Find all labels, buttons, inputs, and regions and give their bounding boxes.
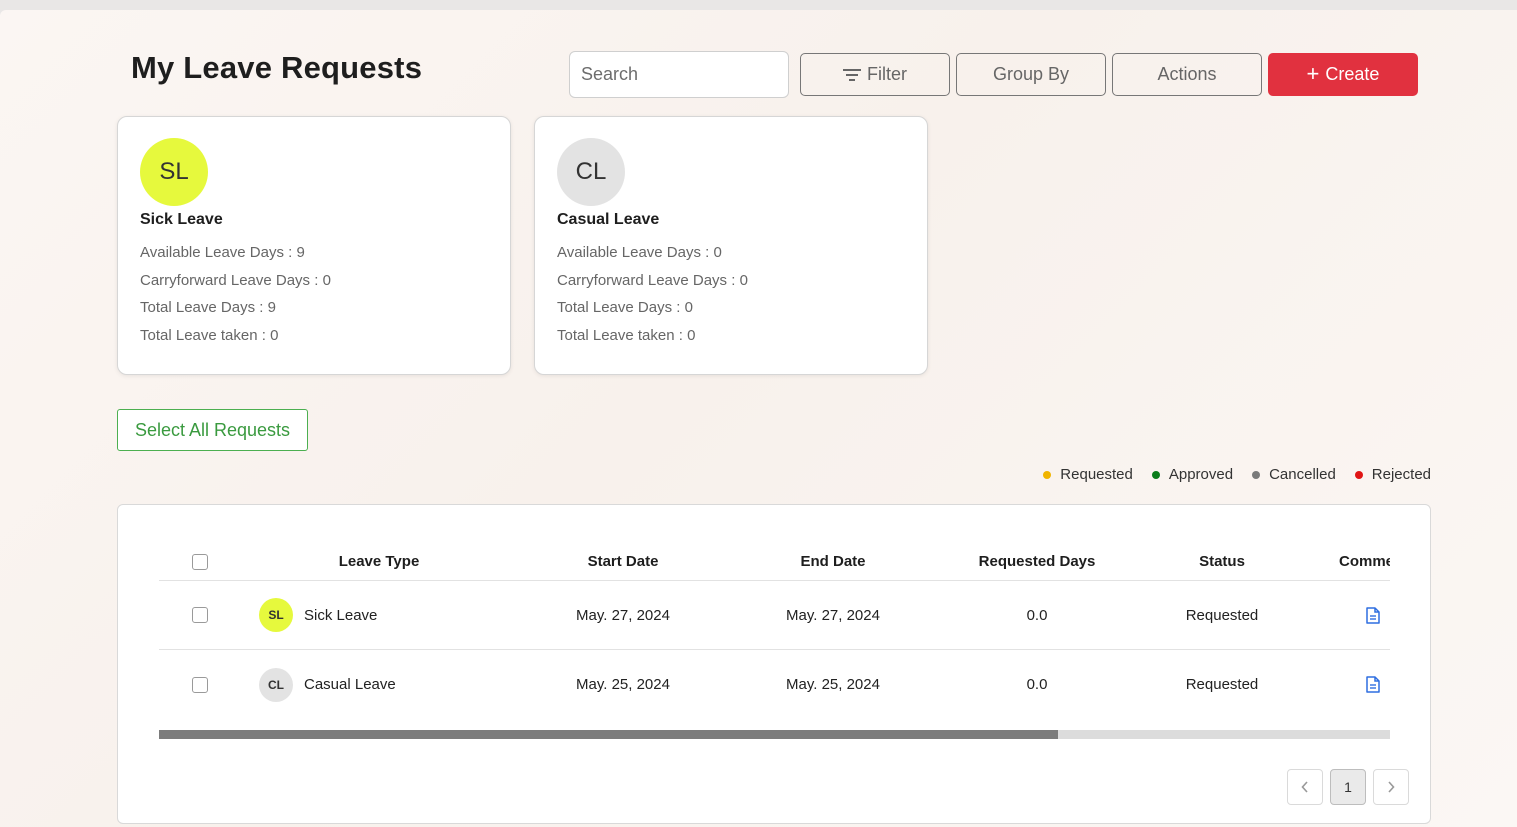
requested-days-cell: 0.0	[1026, 606, 1048, 624]
row-checkbox-cell	[183, 581, 217, 649]
table-header-row: Leave Type Start Date End Date Requested…	[159, 543, 1390, 581]
status-cell: Requested	[1185, 606, 1259, 624]
legend-label: Requested	[1060, 466, 1133, 483]
create-button[interactable]: + Create	[1268, 53, 1418, 96]
previous-page-button[interactable]	[1287, 769, 1323, 805]
column-header-status[interactable]: Status	[1149, 543, 1295, 580]
row-checkbox[interactable]	[192, 607, 208, 623]
avatar: SL	[140, 138, 208, 206]
start-date-cell: May. 27, 2024	[576, 606, 670, 624]
total-leave-days: Total Leave Days : 9	[140, 299, 276, 316]
leave-type-name: Sick Leave	[140, 211, 223, 228]
leave-type-label: Casual Leave	[304, 676, 396, 693]
table-row[interactable]: SL Sick Leave May. 27, 2024 May. 27, 202…	[159, 581, 1390, 650]
filter-label: Filter	[867, 64, 907, 84]
legend-item-requested: Requested	[1043, 466, 1133, 483]
group-by-button[interactable]: Group By	[956, 53, 1106, 96]
available-leave-days: Available Leave Days : 0	[557, 244, 722, 261]
filter-button[interactable]: Filter	[800, 53, 950, 96]
search-input[interactable]	[569, 51, 789, 98]
end-date-cell: May. 27, 2024	[786, 606, 880, 624]
legend-label: Rejected	[1371, 466, 1431, 483]
page: My Leave Requests Filter Group By Action…	[0, 10, 1517, 827]
scrollbar-thumb[interactable]	[159, 730, 1058, 739]
horizontal-scrollbar[interactable]	[159, 730, 1390, 739]
start-date-cell: May. 25, 2024	[576, 676, 670, 693]
row-checkbox-cell	[183, 650, 217, 719]
table-row[interactable]: CL Casual Leave May. 25, 2024 May. 25, 2…	[159, 650, 1390, 719]
avatar: CL	[557, 138, 625, 206]
available-leave-days: Available Leave Days : 9	[140, 244, 305, 261]
status-legend: Requested Approved Cancelled Rejected	[1043, 466, 1431, 483]
carryforward-leave-days: Carryforward Leave Days : 0	[557, 272, 748, 289]
leave-type-cell: SL Sick Leave	[259, 581, 499, 649]
column-header-end-date[interactable]: End Date	[749, 543, 917, 580]
document-icon[interactable]	[1366, 676, 1380, 693]
carryforward-leave-days: Carryforward Leave Days : 0	[140, 272, 331, 289]
chevron-left-icon	[1301, 781, 1308, 793]
create-label: Create	[1325, 64, 1380, 84]
avatar: CL	[259, 667, 293, 702]
comment-cell	[1349, 650, 1390, 719]
column-header-leave-type[interactable]: Leave Type	[299, 543, 459, 580]
legend-label: Cancelled	[1269, 466, 1336, 483]
leave-type-name: Casual Leave	[557, 211, 660, 228]
end-date-cell: May. 25, 2024	[786, 676, 880, 693]
select-all-requests-button[interactable]: Select All Requests	[117, 409, 308, 451]
rejected-dot-icon	[1354, 470, 1363, 479]
requested-days-cell: 0.0	[1026, 676, 1048, 693]
column-header-comment[interactable]: Comment	[1339, 543, 1390, 580]
legend-item-approved: Approved	[1151, 466, 1234, 483]
approved-dot-icon	[1151, 470, 1160, 479]
select-all-checkbox[interactable]	[192, 553, 208, 570]
leave-card-sick-leave[interactable]: SL Sick Leave Available Leave Days : 9 C…	[117, 116, 511, 375]
status-cell: Requested	[1185, 676, 1259, 693]
requested-dot-icon	[1043, 470, 1052, 479]
comment-cell	[1349, 581, 1390, 649]
actions-label: Actions	[1157, 64, 1217, 84]
group-by-label: Group By	[992, 64, 1070, 84]
plus-icon: +	[1306, 60, 1320, 86]
legend-label: Approved	[1168, 466, 1234, 483]
actions-button[interactable]: Actions	[1112, 53, 1262, 96]
chevron-right-icon	[1388, 781, 1395, 793]
next-page-button[interactable]	[1373, 769, 1409, 805]
row-checkbox[interactable]	[192, 676, 208, 693]
page-number-button[interactable]: 1	[1330, 769, 1366, 805]
header-checkbox-cell	[183, 543, 217, 580]
document-icon[interactable]	[1366, 606, 1380, 624]
total-leave-taken: Total Leave taken : 0	[140, 327, 279, 344]
column-header-requested-days[interactable]: Requested Days	[959, 543, 1115, 580]
page-title: My Leave Requests	[131, 50, 423, 85]
leave-type-cell: CL Casual Leave	[259, 650, 499, 719]
table-viewport: Leave Type Start Date End Date Requested…	[159, 543, 1390, 719]
leave-type-label: Sick Leave	[304, 606, 378, 624]
total-leave-taken: Total Leave taken : 0	[557, 327, 696, 344]
column-header-start-date[interactable]: Start Date	[539, 543, 707, 580]
legend-item-rejected: Rejected	[1354, 466, 1431, 483]
filter-icon	[843, 68, 861, 81]
avatar: SL	[259, 598, 293, 632]
leave-requests-table-panel: Leave Type Start Date End Date Requested…	[117, 504, 1431, 824]
leave-card-casual-leave[interactable]: CL Casual Leave Available Leave Days : 0…	[534, 116, 928, 375]
legend-item-cancelled: Cancelled	[1252, 466, 1336, 483]
total-leave-days: Total Leave Days : 0	[557, 299, 693, 316]
cancelled-dot-icon	[1252, 470, 1261, 479]
